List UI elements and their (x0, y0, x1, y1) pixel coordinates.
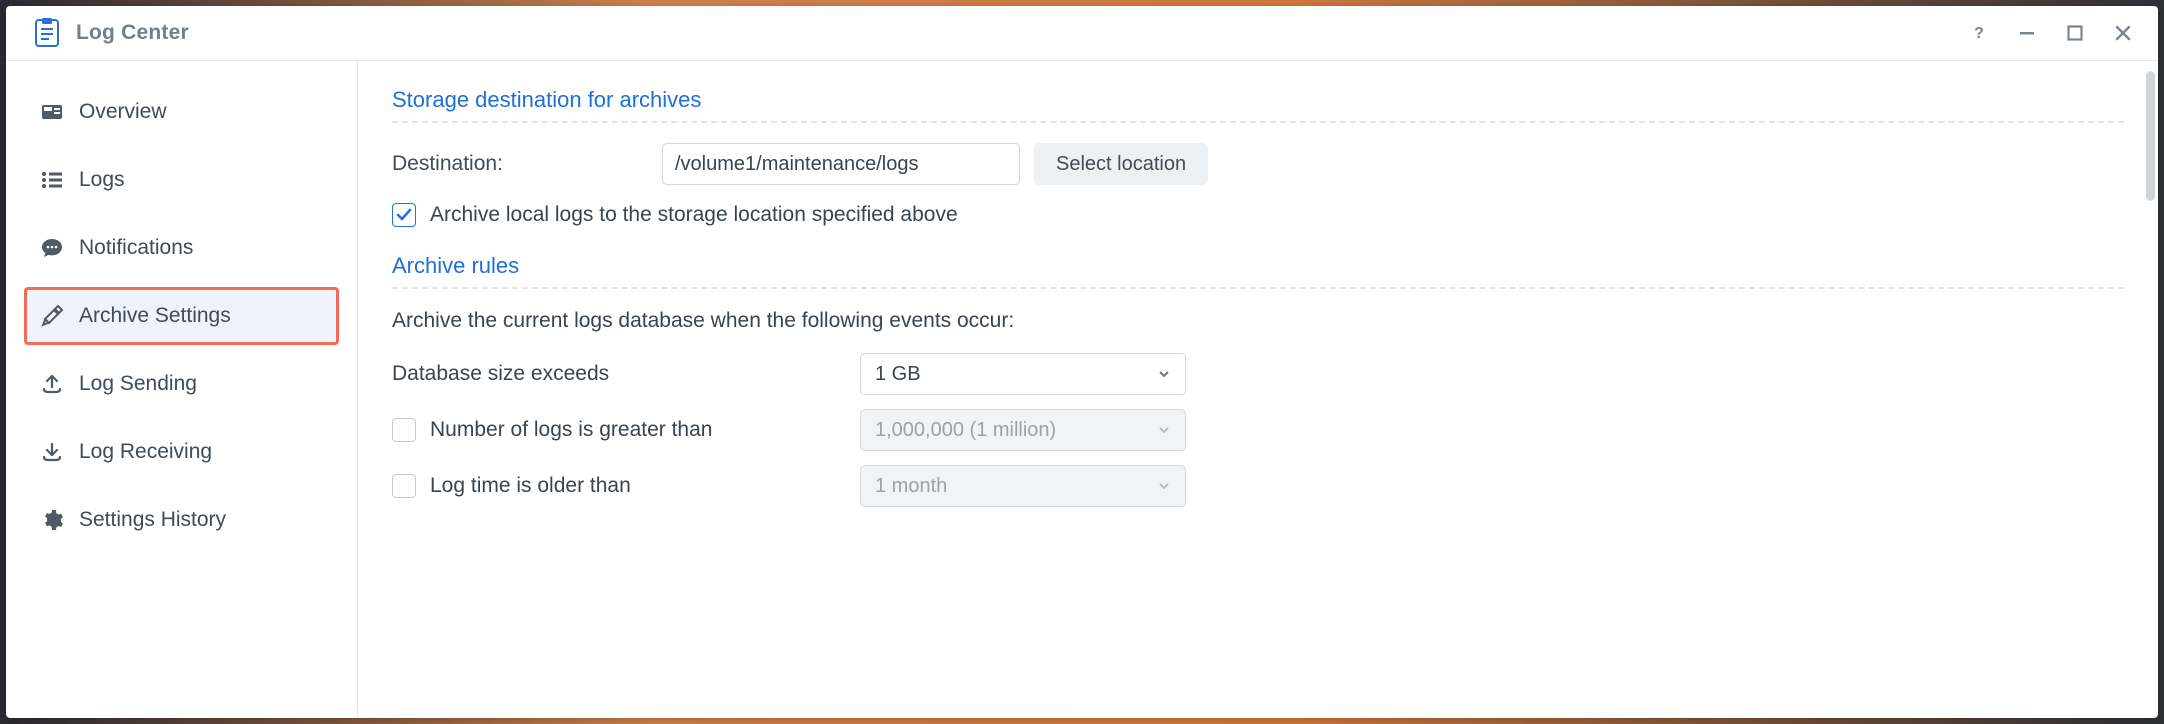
rule-db-size-row: Database size exceeds 1 GB (392, 353, 2124, 395)
select-location-button[interactable]: Select location (1034, 143, 1208, 185)
num-logs-checkbox[interactable] (392, 418, 416, 442)
sidebar-item-log-receiving[interactable]: Log Receiving (24, 423, 339, 481)
dashboard-icon (39, 100, 65, 124)
destination-row: Destination: Select location (392, 143, 2124, 185)
sidebar-item-label: Logs (79, 168, 125, 192)
sidebar-item-overview[interactable]: Overview (24, 83, 339, 141)
sidebar-item-settings-history[interactable]: Settings History (24, 491, 339, 549)
tools-icon (39, 304, 65, 328)
sidebar-item-logs[interactable]: Logs (24, 151, 339, 209)
minimize-button[interactable] (2010, 16, 2044, 50)
num-logs-label: Number of logs is greater than (430, 418, 712, 442)
svg-text:?: ? (1974, 25, 1984, 42)
db-size-select[interactable]: 1 GB (860, 353, 1186, 395)
sidebar: Overview Logs Notifications Archive Sett… (6, 61, 358, 718)
archive-local-label: Archive local logs to the storage locati… (430, 203, 958, 227)
help-button[interactable]: ? (1962, 16, 1996, 50)
chevron-down-icon (1157, 479, 1171, 493)
db-size-value: 1 GB (875, 363, 921, 386)
chevron-down-icon (1157, 423, 1171, 437)
destination-input[interactable] (662, 143, 1020, 185)
app-icon (32, 18, 62, 48)
sidebar-item-label: Overview (79, 100, 167, 124)
sidebar-item-label: Notifications (79, 236, 193, 260)
log-time-value: 1 month (875, 475, 947, 498)
sidebar-item-label: Log Sending (79, 372, 197, 396)
db-size-label: Database size exceeds (392, 362, 609, 386)
maximize-button[interactable] (2058, 16, 2092, 50)
destination-label: Destination: (392, 152, 662, 176)
content-scroll[interactable]: Storage destination for archives Destina… (358, 61, 2158, 718)
list-icon (39, 168, 65, 192)
sidebar-item-label: Archive Settings (79, 304, 231, 328)
sidebar-item-label: Settings History (79, 508, 226, 532)
upload-icon (39, 372, 65, 396)
app-window: Log Center ? Overview (6, 6, 2158, 718)
content-area: Storage destination for archives Destina… (358, 61, 2158, 718)
rule-log-time-row: Log time is older than 1 month (392, 465, 2124, 507)
log-time-label: Log time is older than (430, 474, 631, 498)
sidebar-item-notifications[interactable]: Notifications (24, 219, 339, 277)
chevron-down-icon (1157, 367, 1171, 381)
archive-local-checkbox[interactable] (392, 203, 416, 227)
num-logs-value: 1,000,000 (1 million) (875, 419, 1056, 442)
log-time-select: 1 month (860, 465, 1186, 507)
window-body: Overview Logs Notifications Archive Sett… (6, 61, 2158, 718)
log-time-checkbox[interactable] (392, 474, 416, 498)
app-title: Log Center (76, 21, 189, 45)
chat-icon (39, 236, 65, 260)
section-title-storage: Storage destination for archives (392, 87, 2124, 123)
download-icon (39, 440, 65, 464)
gear-icon (39, 508, 65, 532)
sidebar-item-log-sending[interactable]: Log Sending (24, 355, 339, 413)
scrollbar-thumb[interactable] (2146, 71, 2155, 201)
num-logs-select: 1,000,000 (1 million) (860, 409, 1186, 451)
close-button[interactable] (2106, 16, 2140, 50)
section-title-rules: Archive rules (392, 253, 2124, 289)
sidebar-item-archive-settings[interactable]: Archive Settings (24, 287, 339, 345)
sidebar-item-label: Log Receiving (79, 440, 212, 464)
archive-local-row: Archive local logs to the storage locati… (392, 203, 2124, 227)
titlebar: Log Center ? (6, 6, 2158, 61)
rule-num-logs-row: Number of logs is greater than 1,000,000… (392, 409, 2124, 451)
rules-intro: Archive the current logs database when t… (392, 309, 2124, 333)
